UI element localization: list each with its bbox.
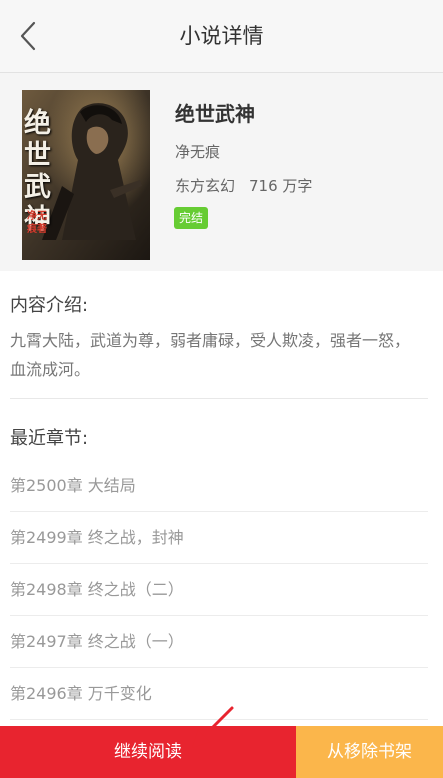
page-title: 小说详情 [179, 24, 264, 48]
book-meta: 东方玄幻 716 万字 [175, 175, 312, 196]
chapter-list: 第2500章 大结局 第2499章 终之战，封神 第2498章 终之战（二） 第… [0, 460, 443, 720]
chapter-item[interactable]: 第2499章 终之战，封神 [10, 512, 428, 564]
intro-text: 九霄大陆，武道为尊，弱者庸碌，受人欺凌，强者一怒，血流成河。 [10, 331, 411, 379]
book-category: 东方玄幻 [175, 177, 236, 195]
cover-author-text: 净无痕著 [27, 211, 47, 235]
intro-heading: 内容介绍: [10, 295, 89, 316]
divider [10, 398, 428, 399]
book-title: 绝世武神 [175, 102, 255, 126]
book-author[interactable]: 净无痕 [175, 141, 220, 162]
chapter-item[interactable]: 第2498章 终之战（二） [10, 564, 428, 616]
chapter-item[interactable]: 第2497章 终之战（一） [10, 616, 428, 668]
book-word-count: 716 万字 [249, 177, 313, 195]
status-badge: 完结 [174, 207, 209, 229]
app-header: 小说详情 [0, 0, 443, 73]
book-cover-image[interactable]: 绝世武神 净无痕著 [22, 90, 150, 260]
chapter-item[interactable]: 第2500章 大结局 [10, 460, 428, 512]
chapter-item[interactable]: 第2496章 万千变化 [10, 668, 428, 720]
remove-from-shelf-button[interactable]: 从移除书架 [296, 726, 443, 778]
continue-reading-button[interactable]: 继续阅读 [0, 726, 296, 778]
chapters-heading: 最近章节: [10, 428, 89, 449]
book-info-panel: 绝世武神 净无痕著 绝世武神 净无痕 东方玄幻 716 万字 完结 [0, 73, 443, 271]
bottom-action-bar: 继续阅读 从移除书架 [0, 726, 443, 778]
